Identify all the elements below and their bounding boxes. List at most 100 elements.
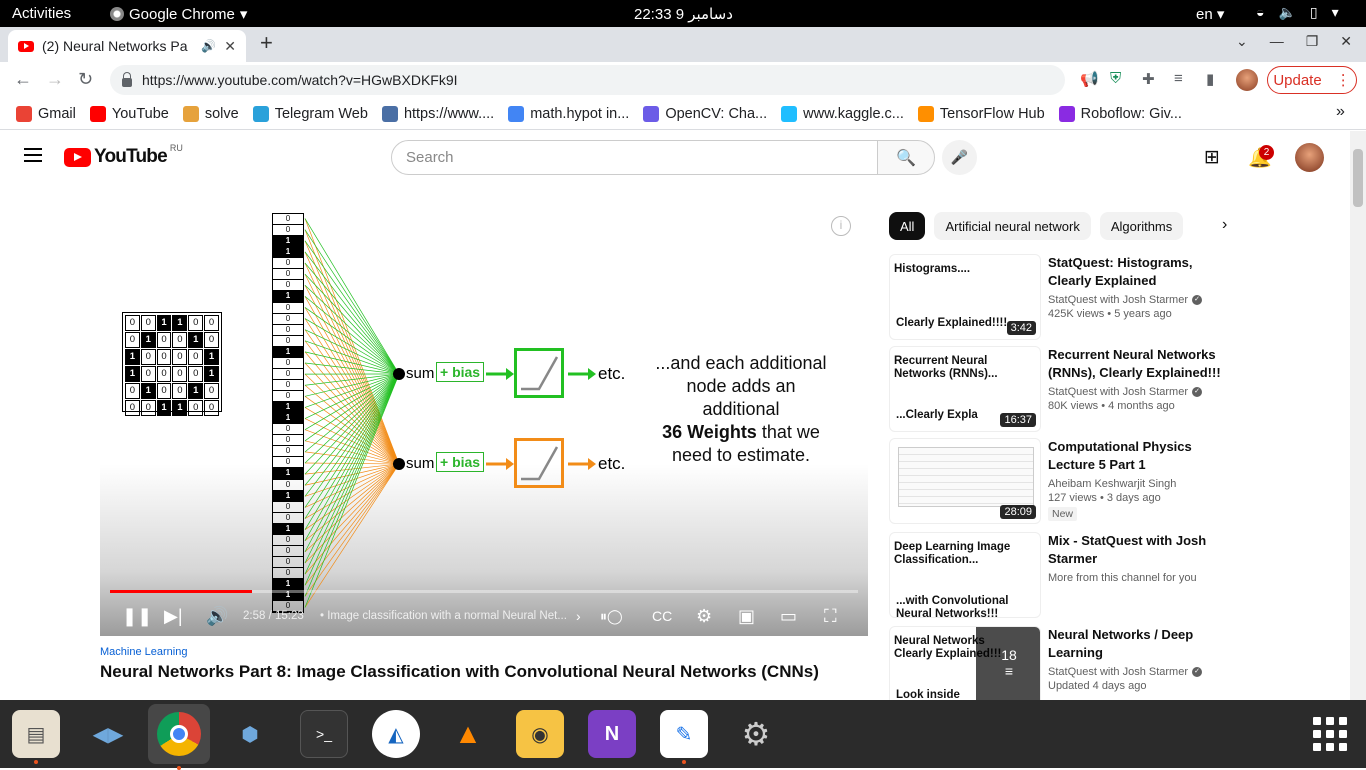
recommendation-title[interactable]: Computational Physics Lecture 5 Part 1 — [1048, 438, 1228, 474]
onenote-app-icon[interactable]: N — [588, 710, 636, 758]
recommendation-thumbnail[interactable]: Deep Learning Image Classification......… — [889, 532, 1041, 618]
lock-icon[interactable] — [122, 78, 132, 87]
reload-icon[interactable]: ↻ — [78, 69, 93, 90]
bookmark-item[interactable]: YouTube — [90, 106, 169, 122]
youtube-logo[interactable]: YouTube RU — [64, 146, 183, 168]
bookmark-item[interactable]: Telegram Web — [253, 106, 368, 122]
filter-chip[interactable]: Algorithms — [1100, 212, 1183, 240]
side-panel-icon[interactable]: ▮ — [1206, 70, 1214, 88]
video-progress-bar[interactable] — [110, 590, 858, 593]
recommendation-title[interactable]: Recurrent Neural Networks (RNNs), Clearl… — [1048, 346, 1228, 382]
recommendation-item[interactable]: Histograms....Clearly Explained!!!!3:42S… — [889, 254, 1239, 340]
recommendation-title[interactable]: Neural Networks / Deep Learning — [1048, 626, 1228, 662]
maximize-icon[interactable]: ❐ — [1306, 33, 1319, 50]
bookmark-item[interactable]: OpenCV: Cha... — [643, 106, 767, 122]
verified-check-icon: ✓ — [1192, 667, 1202, 677]
android-studio-app-icon[interactable]: ◭ — [372, 710, 420, 758]
minimize-icon[interactable]: — — [1270, 33, 1284, 50]
bookmark-item[interactable]: TensorFlow Hub — [918, 106, 1045, 122]
language-indicator[interactable]: en ▾ — [1196, 5, 1224, 23]
bookmark-item[interactable]: solve — [183, 106, 239, 122]
channel-name: StatQuest with Josh Starmer — [1048, 386, 1188, 398]
bookmark-item[interactable]: https://www.... — [382, 106, 494, 122]
speaker-icon[interactable]: 🔊 — [201, 39, 216, 53]
address-bar[interactable]: https://www.youtube.com/watch?v=HGwBXDKF… — [110, 65, 1065, 95]
terminal-app-icon[interactable]: >_ — [300, 710, 348, 758]
files-app-icon[interactable]: ▤ — [12, 710, 60, 758]
bookmarks-overflow-icon[interactable]: » — [1336, 103, 1345, 121]
settings-app-icon[interactable]: ⚙ — [732, 710, 780, 758]
bookmark-item[interactable]: Roboflow: Giv... — [1059, 106, 1182, 122]
forward-icon[interactable]: → — [46, 69, 64, 90]
system-tray[interactable]: ◒ 🔈 ▯ ▾ — [1256, 4, 1339, 21]
info-icon[interactable]: i — [831, 216, 851, 236]
megaphone-extension-icon[interactable]: 📢 — [1080, 70, 1099, 88]
chip-next-arrow-icon[interactable]: › — [1222, 216, 1227, 234]
recommendation-item[interactable]: Deep Learning Image Classification......… — [889, 532, 1239, 618]
recommendation-item[interactable]: 28:09Computational Physics Lecture 5 Par… — [889, 438, 1239, 524]
search-button[interactable]: 🔍 — [877, 140, 935, 175]
new-tab-button[interactable]: + — [260, 30, 273, 56]
profile-avatar[interactable] — [1236, 69, 1258, 91]
recommendation-channel[interactable]: More from this channel for you — [1048, 572, 1228, 584]
vscode-app-icon[interactable]: ◀▶ — [84, 710, 132, 758]
menu-icon[interactable] — [24, 148, 42, 166]
filter-chip[interactable]: Artificial neural network — [934, 212, 1090, 240]
vlc-app-icon[interactable]: ▲ — [444, 710, 492, 758]
bookmark-item[interactable]: Gmail — [16, 106, 76, 122]
show-applications-icon[interactable] — [1313, 717, 1347, 751]
account-avatar[interactable] — [1295, 143, 1324, 172]
recommendation-channel[interactable]: StatQuest with Josh Starmer✓ — [1048, 666, 1228, 678]
video-category-link[interactable]: Machine Learning — [100, 646, 187, 658]
voice-search-button[interactable]: 🎤 — [942, 140, 977, 175]
next-icon[interactable]: ▶| — [164, 606, 183, 627]
close-window-icon[interactable]: ✕ — [1340, 33, 1352, 50]
bookmark-item[interactable]: math.hypot in... — [508, 106, 629, 122]
fullscreen-icon[interactable]: ⛶ — [824, 606, 837, 627]
chrome-app-icon[interactable] — [148, 704, 210, 764]
bias-label-top: + bias — [436, 362, 484, 382]
close-icon[interactable]: ✕ — [224, 38, 236, 55]
verified-check-icon: ✓ — [1192, 387, 1202, 397]
recommendation-channel[interactable]: StatQuest with Josh Starmer✓ — [1048, 294, 1228, 306]
theater-mode-icon[interactable]: ▭ — [780, 606, 797, 627]
settings-gear-icon[interactable]: ⚙ — [696, 606, 712, 627]
recommendation-channel[interactable]: Aheibam Keshwarjit Singh — [1048, 478, 1228, 490]
recommendation-item[interactable]: Recurrent Neural Networks (RNNs)......Cl… — [889, 346, 1239, 432]
search-input[interactable]: Search — [391, 140, 878, 175]
page-scrollbar[interactable] — [1350, 131, 1366, 700]
recommendation-channel[interactable]: StatQuest with Josh Starmer ✓ — [1048, 386, 1228, 398]
autoplay-toggle[interactable]: ⏸◯ — [600, 608, 623, 625]
pause-icon[interactable]: ❚❚ — [122, 606, 152, 627]
puzzle-icon[interactable]: ✚ — [1142, 70, 1155, 88]
grid-cell: 1 — [157, 400, 172, 416]
scrollbar-thumb[interactable] — [1353, 149, 1363, 207]
recommendation-thumbnail[interactable]: Histograms....Clearly Explained!!!!3:42 — [889, 254, 1041, 340]
bookmark-item[interactable]: www.kaggle.c... — [781, 106, 904, 122]
media-control-icon[interactable]: ≡ — [1174, 70, 1183, 87]
recommendation-title[interactable]: StatQuest: Histograms, Clearly Explained — [1048, 254, 1228, 290]
recommendation-thumbnail[interactable]: 28:09 — [889, 438, 1041, 524]
recommendation-title[interactable]: Mix - StatQuest with Josh Starmer — [1048, 532, 1228, 568]
back-icon[interactable]: ← — [14, 69, 32, 90]
miniplayer-icon[interactable]: ▣ — [738, 606, 755, 627]
clock[interactable]: 22:33 9 دسامبر — [634, 5, 733, 23]
virtualbox-app-icon[interactable]: ⬢ — [226, 710, 274, 758]
tab-search-icon[interactable]: ⌄ — [1236, 33, 1248, 50]
chapter-chevron-icon[interactable]: › — [576, 608, 581, 624]
volume-icon[interactable]: 🔊 — [206, 606, 228, 627]
create-video-icon[interactable]: ⊞ — [1204, 146, 1220, 169]
chapter-title[interactable]: • Image classification with a normal Neu… — [320, 610, 567, 622]
recommendation-thumbnail[interactable]: Recurrent Neural Networks (RNNs)......Cl… — [889, 346, 1041, 432]
app-menu[interactable]: Google Chrome ▾ — [110, 5, 247, 23]
rhythmbox-app-icon[interactable]: ◉ — [516, 710, 564, 758]
filter-chip[interactable]: All — [889, 212, 925, 240]
url-text[interactable]: https://www.youtube.com/watch?v=HGwBXDKF… — [142, 72, 458, 88]
captions-icon[interactable]: CC — [652, 608, 672, 624]
activities-button[interactable]: Activities — [12, 5, 71, 22]
video-player[interactable]: 001100010010100001100001010010001100 001… — [100, 206, 868, 636]
update-button[interactable]: Update ⋮ — [1267, 66, 1357, 94]
shield-extension-icon[interactable]: ⛨ — [1110, 70, 1121, 87]
tab-youtube[interactable]: (2) Neural Networks Pa 🔊 ✕ — [8, 30, 246, 62]
text-editor-app-icon[interactable]: ✎ — [660, 710, 708, 758]
